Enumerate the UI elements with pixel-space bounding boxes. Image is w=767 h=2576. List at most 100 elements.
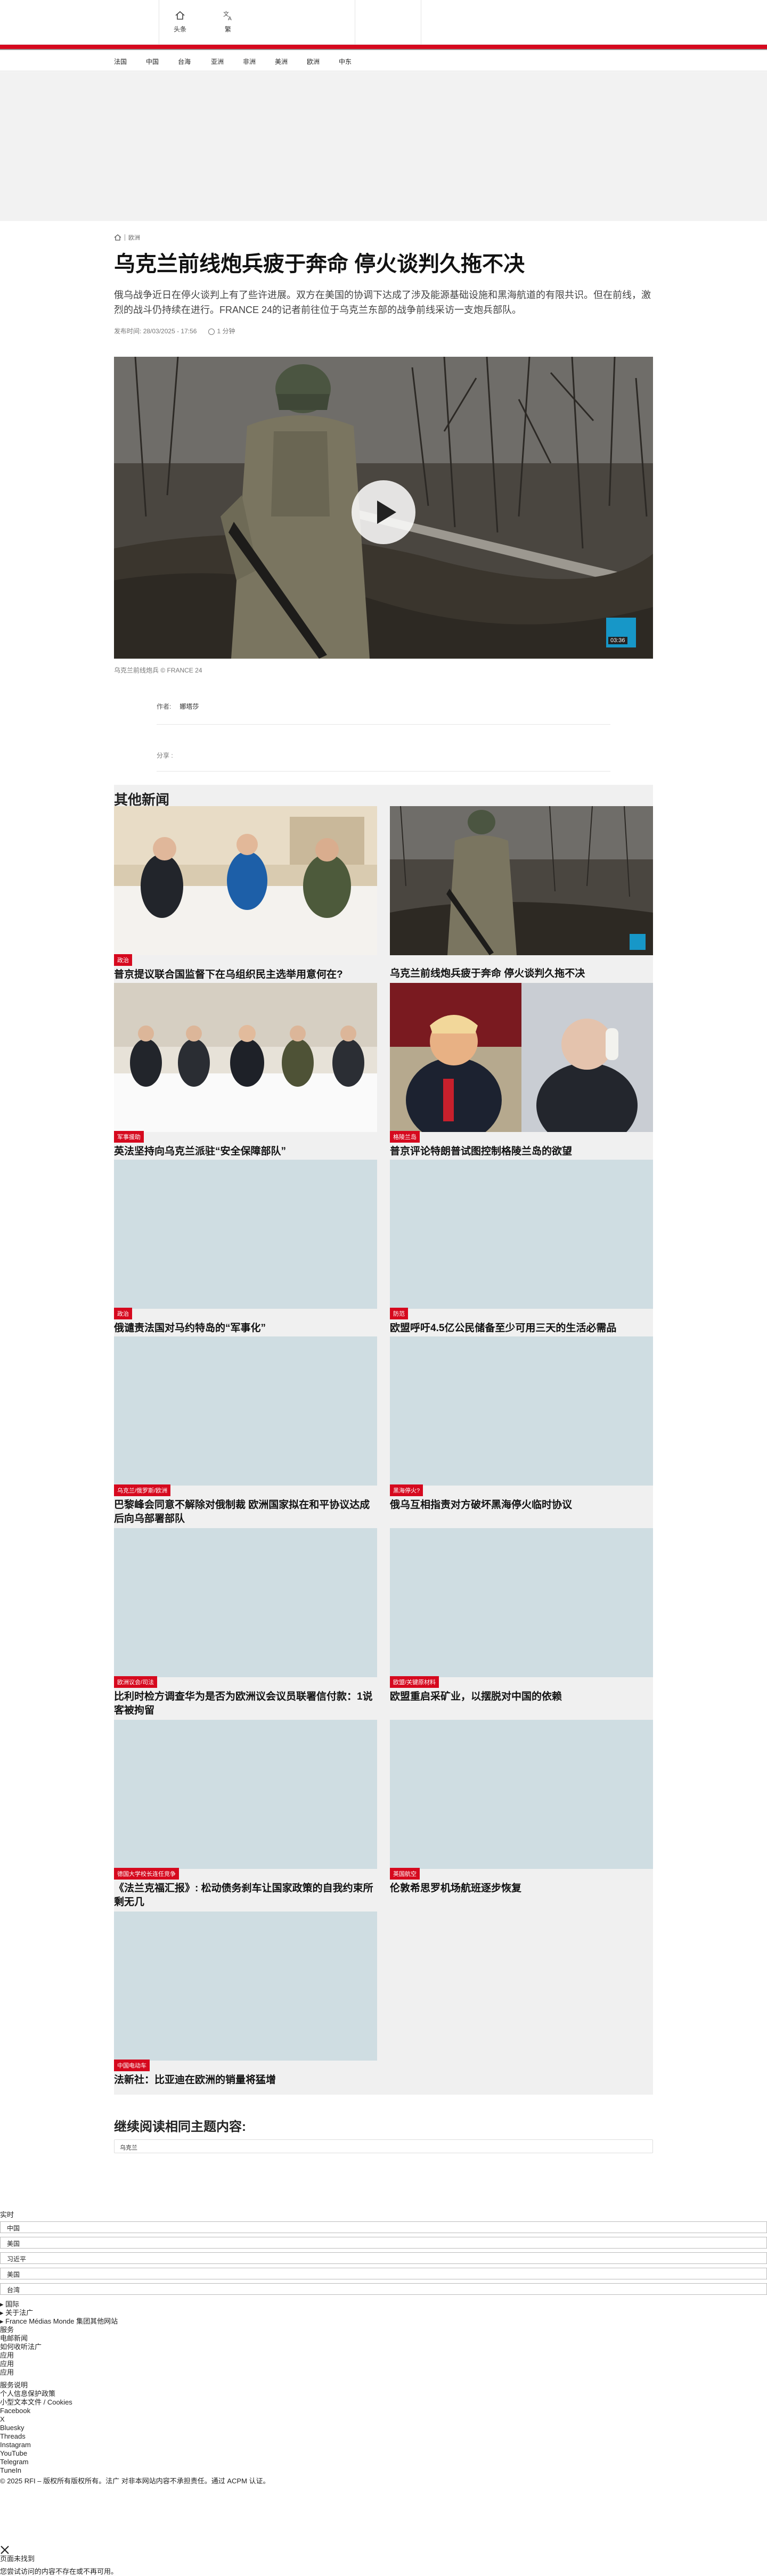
news-title[interactable]: 俄乌互相指责对方破坏黑海停火临时协议 <box>390 1498 653 1512</box>
footer-link[interactable]: 应用 <box>0 2351 14 2360</box>
author-line: 作者: 娜塔莎 <box>157 702 199 711</box>
footer-link[interactable]: 如何收听法广 <box>0 2343 42 2351</box>
news-thumbnail-placeholder <box>114 1528 377 1677</box>
news-tag[interactable]: 黑海停火? <box>390 1484 423 1496</box>
nav-item-taiwan[interactable]: 台海 <box>178 57 191 66</box>
footer-filter[interactable]: 习近平 <box>0 2252 767 2264</box>
news-card[interactable]: 欧洲议会/司法 比利时检方调查华为是否为欧洲议会议员联署信付款：1说客被拘留 <box>114 1528 377 1718</box>
news-tag[interactable]: 德国大学校长连任竞争 <box>114 1868 179 1880</box>
close-icon[interactable] <box>0 2545 10 2555</box>
news-title[interactable]: 伦敦希思罗机场航班逐步恢复 <box>390 1882 653 1896</box>
news-card[interactable]: 乌克兰/俄罗斯/欧洲 巴黎峰会同意不解除对俄制裁 欧洲国家拟在和平协议达成后向乌… <box>114 1336 377 1526</box>
social-link-youtube[interactable]: YouTube <box>0 2449 27 2458</box>
news-title[interactable]: 俄谴责法国对马约特岛的“军事化” <box>114 1322 377 1335</box>
news-tag[interactable]: 英国航空 <box>390 1868 420 1880</box>
social-link-instagram[interactable]: Instagram <box>0 2441 31 2449</box>
news-card[interactable]: 英国航空 伦敦希思罗机场航班逐步恢复 <box>390 1720 653 1896</box>
top-bar: 头条 文A 繁 <box>0 0 767 45</box>
news-title[interactable]: 欧盟重启采矿业，以摆脱对中国的依赖 <box>390 1690 653 1704</box>
social-link-tunein[interactable]: TuneIn <box>0 2466 21 2475</box>
news-thumbnail-placeholder <box>114 1912 377 2061</box>
svg-text:A: A <box>228 16 232 21</box>
footer-link[interactable]: 应用 <box>0 2368 14 2377</box>
footer-filter[interactable]: 美国 <box>0 2237 767 2249</box>
nav-item-europe[interactable]: 欧洲 <box>307 57 320 66</box>
footer-services-label: 服务 <box>0 2326 14 2334</box>
nav-item-france[interactable]: 法国 <box>114 57 127 66</box>
news-tag[interactable]: 欧盟/关键原材料 <box>390 1676 439 1688</box>
footer-international[interactable]: ▸ 国际 <box>0 2300 19 2309</box>
footer-about[interactable]: ▸ 关于法广 <box>0 2309 33 2317</box>
author-label: 作者: <box>157 703 172 710</box>
footer-copyright: © 2025 RFI – 版权所有版权所有。法广 对非本网站内容不承担责任。通过… <box>0 2477 270 2485</box>
news-tag[interactable]: 格陵兰岛 <box>390 1131 420 1143</box>
news-thumbnail <box>114 806 377 955</box>
video-caption: 乌克兰前线炮兵 © FRANCE 24 <box>114 667 202 674</box>
news-title[interactable]: 乌克兰前线炮兵疲于奔命 停火谈判久拖不决 <box>390 967 653 981</box>
news-title[interactable]: 《法兰克福汇报》: 松动债务刹车让国家政策的自我约束所剩无几 <box>114 1882 377 1909</box>
article-meta: 发布时间: 28/03/2025 - 17:56 1 分钟 <box>114 326 235 335</box>
news-tag[interactable]: 中国电动车 <box>114 2060 150 2071</box>
nav-item-china[interactable]: 中国 <box>146 57 159 66</box>
article-lede: 俄乌战争近日在停火谈判上有了些许进展。双方在美国的协调下达成了涉及能源基础设施和… <box>114 290 651 315</box>
author-name[interactable]: 娜塔莎 <box>179 703 199 710</box>
news-tag[interactable]: 政治 <box>114 954 132 966</box>
news-card[interactable]: 格陵兰岛 普京评论特朗普试图控制格陵兰岛的欲望 <box>390 983 653 1159</box>
news-card[interactable]: 军事援助 英法坚持向乌克兰派驻“安全保障部队” <box>114 983 377 1159</box>
news-thumbnail-placeholder <box>114 1336 377 1486</box>
social-link-x[interactable]: X <box>0 2415 5 2424</box>
news-card[interactable]: 黑海停火? 俄乌互相指责对方破坏黑海停火临时协议 <box>390 1336 653 1512</box>
news-title[interactable]: 比利时检方调查华为是否为欧洲议会议员联署信付款：1说客被拘留 <box>114 1690 377 1718</box>
nav-item-middle-east[interactable]: 中东 <box>339 57 352 66</box>
breadcrumb-section[interactable]: 欧洲 <box>128 233 140 242</box>
footer-link[interactable]: 应用 <box>0 2360 14 2368</box>
home-label: 头条 <box>173 26 186 33</box>
social-link-telegram[interactable]: Telegram <box>0 2458 28 2466</box>
news-card[interactable]: 欧盟/关键原材料 欧盟重启采矿业，以摆脱对中国的依赖 <box>390 1528 653 1704</box>
topic-tag[interactable]: 乌克兰 <box>114 2139 653 2153</box>
language-switch[interactable]: 文A 繁 <box>212 10 244 34</box>
news-card[interactable]: 德国大学校长连任竞争 《法兰克福汇报》: 松动债务刹车让国家政策的自我约束所剩无… <box>114 1720 377 1909</box>
nav-item-africa[interactable]: 非洲 <box>243 57 256 66</box>
social-link-facebook[interactable]: Facebook <box>0 2407 30 2415</box>
footer-filter[interactable]: 台湾 <box>0 2283 767 2295</box>
news-tag[interactable]: 乌克兰/俄罗斯/欧洲 <box>114 1484 171 1496</box>
france24-logo: 03:36 <box>606 618 636 647</box>
footer-filter[interactable]: 美国 <box>0 2268 767 2279</box>
footer-link[interactable]: 电邮新闻 <box>0 2334 28 2343</box>
footer-legal-label: 服务说明 <box>0 2381 28 2389</box>
news-title[interactable]: 巴黎峰会同意不解除对俄制裁 欧洲国家拟在和平协议达成后向乌部署部队 <box>114 1498 377 1526</box>
nav-item-americas[interactable]: 美洲 <box>275 57 288 66</box>
region-nav: 法国 中国 台海 亚洲 非洲 美洲 欧洲 中东 <box>0 50 767 71</box>
news-tag[interactable]: 欧洲议会/司法 <box>114 1676 158 1688</box>
footer-link[interactable]: 个人信息保护政策 <box>0 2390 55 2398</box>
footer-filter[interactable]: 中国 <box>0 2221 767 2233</box>
news-card[interactable]: 政治 俄谴责法国对马约特岛的“军事化” <box>114 1160 377 1335</box>
news-card[interactable]: 防范 欧盟呼吁4.5亿公民储备至少可用三天的生活必需品 <box>390 1160 653 1335</box>
social-link-bluesky[interactable]: Bluesky <box>0 2424 25 2432</box>
divider <box>157 771 610 772</box>
not-found-title: 页面未找到 <box>0 2555 35 2563</box>
footer-group-sites[interactable]: ▸ France Médias Monde 集团其他网站 <box>0 2317 118 2326</box>
news-title[interactable]: 法新社：比亚迪在欧洲的销量将猛增 <box>114 2073 377 2087</box>
news-thumbnail-placeholder <box>390 1528 653 1677</box>
video-player[interactable]: 03:36 <box>114 357 653 659</box>
news-tag[interactable]: 防范 <box>390 1308 408 1319</box>
news-card[interactable]: 乌克兰前线炮兵疲于奔命 停火谈判久拖不决 <box>390 806 653 981</box>
news-title[interactable]: 英法坚持向乌克兰派驻“安全保障部队” <box>114 1145 377 1159</box>
nav-item-asia[interactable]: 亚洲 <box>211 57 224 66</box>
news-card[interactable]: 中国电动车 法新社：比亚迪在欧洲的销量将猛增 <box>114 1912 377 2087</box>
social-link-threads[interactable]: Threads <box>0 2432 26 2441</box>
translate-icon: 文A <box>223 10 232 21</box>
play-button[interactable] <box>352 480 415 544</box>
home-icon[interactable] <box>114 234 121 241</box>
news-card[interactable]: 政治 普京提议联合国监督下在乌组织民主选举用意何在? <box>114 806 377 982</box>
news-title[interactable]: 欧盟呼吁4.5亿公民储备至少可用三天的生活必需品 <box>390 1322 653 1335</box>
home-link[interactable]: 头条 <box>164 10 196 34</box>
news-thumbnail-placeholder <box>390 1720 653 1869</box>
news-title[interactable]: 普京提议联合国监督下在乌组织民主选举用意何在? <box>114 968 377 982</box>
news-tag[interactable]: 军事援助 <box>114 1131 144 1143</box>
footer-link[interactable]: 小型文本文件 / Cookies <box>0 2398 72 2407</box>
news-tag[interactable]: 政治 <box>114 1308 132 1319</box>
news-title[interactable]: 普京评论特朗普试图控制格陵兰岛的欲望 <box>390 1145 653 1159</box>
